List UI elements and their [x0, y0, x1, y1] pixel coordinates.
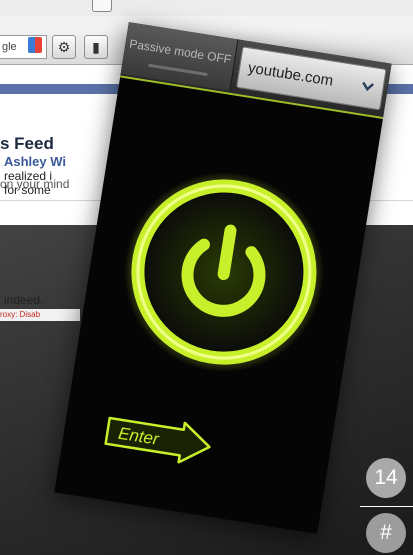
search-engine-label: gle — [2, 41, 17, 53]
search-engine-icon[interactable] — [28, 37, 42, 53]
extension-icon[interactable]: ▮ — [84, 35, 108, 59]
window-control-button[interactable] — [92, 0, 112, 12]
chevron-down-icon — [362, 81, 375, 92]
enter-button[interactable]: Enter — [101, 410, 216, 469]
page-hash-badge: # — [366, 513, 406, 553]
feed-story: Ashley Wi realized i for some — [4, 155, 66, 198]
proxy-status-bar: roxy: Disab — [0, 309, 80, 321]
story-author-link[interactable]: Ashley Wi — [4, 155, 66, 169]
news-feed-title: s Feed — [0, 134, 54, 153]
power-button[interactable] — [107, 155, 340, 388]
story-text-line: realized i — [4, 169, 53, 183]
gear-icon[interactable]: ⚙ — [52, 35, 76, 59]
story-text-line: for some — [4, 183, 51, 197]
passive-mode-label: Passive mode OFF — [128, 36, 233, 67]
divider — [360, 506, 413, 507]
site-select-value: youtube.com — [246, 59, 335, 90]
toggle-indicator — [148, 63, 208, 77]
story-text-line: indeed. — [4, 293, 44, 307]
page-number-badge: 14 — [366, 458, 406, 498]
window-titlebar — [0, 0, 413, 16]
